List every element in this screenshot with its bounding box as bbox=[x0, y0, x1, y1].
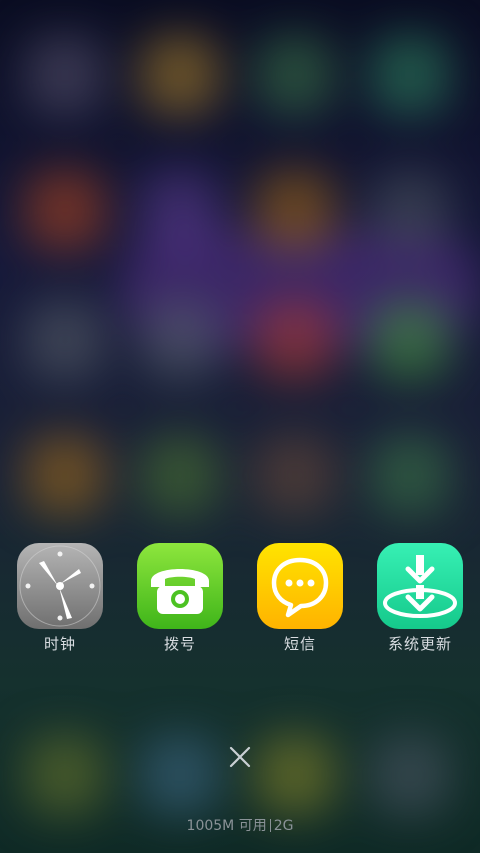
close-button[interactable] bbox=[225, 742, 255, 772]
app-label: 时钟 bbox=[43, 635, 76, 653]
blurred-app-icon bbox=[25, 735, 105, 815]
blurred-background bbox=[0, 0, 480, 853]
blurred-app-icon bbox=[370, 435, 450, 515]
app-dialer[interactable]: 拨号 bbox=[125, 543, 235, 654]
blurred-app-icon bbox=[255, 300, 335, 380]
message-icon bbox=[257, 543, 343, 629]
blurred-app-icon bbox=[255, 35, 335, 115]
blurred-app-icon bbox=[255, 735, 335, 815]
blurred-app-icon bbox=[140, 300, 220, 380]
blurred-app-icon bbox=[370, 300, 450, 380]
blurred-app-icon bbox=[370, 170, 450, 250]
app-label: 短信 bbox=[283, 635, 316, 653]
blurred-app-icon bbox=[25, 170, 105, 250]
blurred-app-icon bbox=[25, 300, 105, 380]
blurred-app-icon bbox=[370, 735, 450, 815]
available-memory: 1005M 可用 bbox=[186, 818, 267, 834]
network-type: 2G bbox=[273, 818, 294, 834]
system-update-icon bbox=[377, 543, 463, 629]
blurred-app-icon bbox=[25, 35, 105, 115]
divider bbox=[269, 819, 271, 832]
phone-icon bbox=[137, 543, 223, 629]
app-label: 拨号 bbox=[163, 635, 196, 653]
blurred-app-icon bbox=[140, 35, 220, 115]
close-icon bbox=[229, 746, 251, 768]
app-messages[interactable]: 短信 bbox=[245, 543, 355, 654]
app-system-update[interactable]: 系统更新 bbox=[365, 543, 475, 654]
memory-status-bar: 1005M 可用 2G bbox=[0, 815, 480, 835]
app-clock[interactable]: 时钟 bbox=[5, 543, 115, 654]
blurred-app-icon bbox=[255, 170, 335, 250]
clock-icon bbox=[17, 543, 103, 629]
blurred-app-icon bbox=[140, 170, 220, 250]
blurred-app-icon bbox=[25, 435, 105, 515]
app-label: 系统更新 bbox=[387, 635, 452, 653]
blurred-app-icon bbox=[140, 435, 220, 515]
blurred-app-icon bbox=[370, 35, 450, 115]
blurred-app-icon bbox=[255, 435, 335, 515]
blurred-app-icon bbox=[140, 735, 220, 815]
app-shortcut-row: 时钟 拨号 短信 系统更新 bbox=[0, 543, 480, 663]
